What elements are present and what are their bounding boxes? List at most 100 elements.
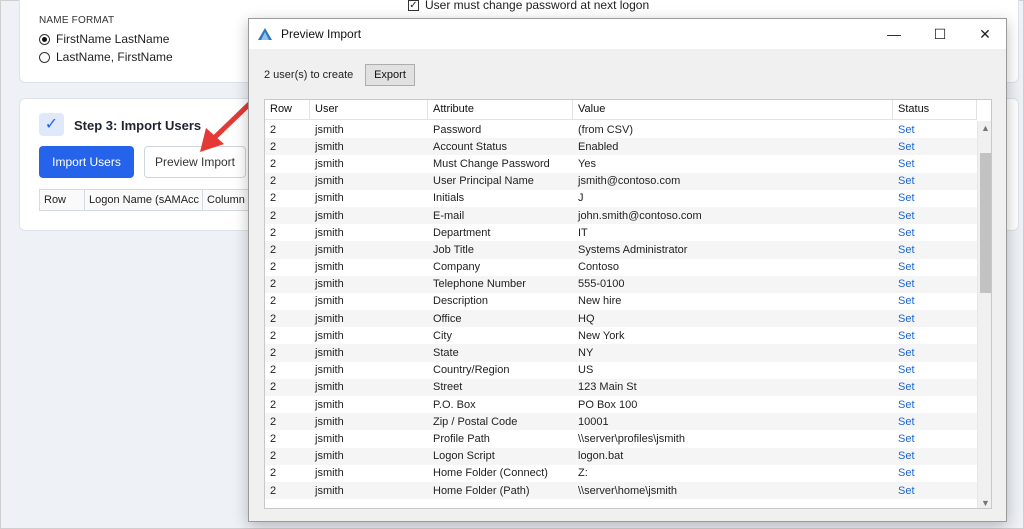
cell-attribute: Office (433, 312, 462, 325)
table-row[interactable]: 2 jsmith Office HQ Set (265, 310, 977, 328)
cell-value: 123 Main St (578, 381, 637, 394)
cell-attribute: City (433, 329, 452, 342)
minimize-button[interactable]: — (871, 19, 917, 49)
col-header-row[interactable]: Row (265, 100, 310, 119)
cell-user: jsmith (315, 364, 344, 377)
table-row[interactable]: 2 jsmith Company Contoso Set (265, 259, 977, 276)
cell-value: jsmith@contoso.com (578, 175, 681, 188)
cell-row: 2 (270, 484, 277, 497)
cell-row: 2 (270, 398, 277, 411)
radio-label: LastName, FirstName (56, 50, 173, 64)
table-row[interactable]: 2 jsmith Job Title Systems Administrator Set (265, 241, 977, 259)
must-change-password-checkbox[interactable]: ✓ User must change password at next logo… (408, 0, 649, 12)
close-button[interactable]: ✕ (962, 19, 1008, 49)
cell-status: Set (898, 157, 915, 170)
dialog-titlebar[interactable]: Preview Import — ☐ ✕ (249, 19, 1006, 49)
vertical-scrollbar[interactable]: ▲ ▼ (977, 121, 991, 508)
radio-unselected-icon[interactable] (39, 51, 50, 63)
cell-attribute: Country/Region (433, 364, 510, 377)
maximize-button[interactable]: ☐ (917, 19, 963, 49)
cell-value: \\server\profiles\jsmith (578, 432, 685, 445)
cell-attribute: Telephone Number (433, 278, 526, 291)
table-row[interactable]: 2 jsmith City New York Set (265, 327, 977, 344)
cell-status: Set (898, 484, 915, 497)
cell-status: Set (898, 209, 915, 222)
table-row[interactable]: 2 jsmith Street 123 Main St Set (265, 378, 977, 396)
table-row[interactable]: 2 jsmith Initials J Set (265, 190, 977, 207)
cell-row: 2 (270, 364, 277, 377)
cell-status: Set (898, 261, 915, 274)
cell-status: Set (898, 123, 915, 136)
col-header-attribute[interactable]: Attribute (428, 100, 573, 119)
background-table-header: Row Logon Name (sAMAcc Column (39, 189, 251, 211)
cell-value: logon.bat (578, 450, 624, 463)
cell-attribute: Profile Path (433, 432, 490, 445)
col-header-value[interactable]: Value (573, 100, 893, 119)
cell-row: 2 (270, 261, 277, 274)
cell-status: Set (898, 329, 915, 342)
cell-attribute: Account Status (433, 140, 507, 153)
cell-status: Set (898, 398, 915, 411)
step-complete-check-icon: ✓ (39, 113, 64, 136)
scroll-up-icon[interactable]: ▲ (978, 121, 991, 135)
cell-status: Set (898, 450, 915, 463)
table-row[interactable]: 2 jsmith Department IT Set (265, 224, 977, 241)
cell-user: jsmith (315, 226, 344, 239)
col-header-column[interactable]: Column (203, 190, 250, 210)
scroll-down-icon[interactable]: ▼ (978, 496, 991, 508)
table-row[interactable]: 2 jsmith Telephone Number 555-0100 Set (265, 275, 977, 293)
col-header-status[interactable]: Status (893, 100, 977, 119)
col-header-logon-name[interactable]: Logon Name (sAMAcc (85, 190, 203, 210)
scrollbar-thumb[interactable] (980, 153, 991, 293)
import-users-button[interactable]: Import Users (39, 146, 134, 178)
cell-value: Yes (578, 157, 596, 170)
col-header-row[interactable]: Row (40, 190, 85, 210)
checkbox-checked-icon[interactable]: ✓ (408, 0, 419, 11)
table-row[interactable]: 2 jsmith Home Folder (Path) \\server\home\j… (265, 481, 977, 500)
radio-selected-icon[interactable] (39, 33, 50, 45)
cell-row: 2 (270, 347, 277, 360)
cell-user: jsmith (315, 261, 344, 274)
cell-user: jsmith (315, 175, 344, 188)
cell-row: 2 (270, 157, 277, 170)
table-row[interactable]: 2 jsmith Description New hire Set (265, 293, 977, 310)
cell-value: New York (578, 329, 625, 342)
export-button[interactable]: Export (365, 64, 415, 86)
cell-status: Set (898, 278, 915, 291)
table-row[interactable]: 2 jsmith Profile Path \\server\profiles\jsm… (265, 430, 977, 447)
cell-user: jsmith (315, 484, 344, 497)
cell-user: jsmith (315, 209, 344, 222)
users-count-label: 2 user(s) to create (264, 69, 354, 81)
cell-attribute: Logon Script (433, 450, 495, 463)
radio-lastname-firstname[interactable]: LastName, FirstName (39, 50, 173, 64)
cell-user: jsmith (315, 347, 344, 360)
table-row[interactable]: 2 jsmith Must Change Password Yes Set (265, 155, 977, 172)
cell-status: Set (898, 140, 915, 153)
cell-user: jsmith (315, 329, 344, 342)
cell-value: \\server\home\jsmith (578, 484, 678, 497)
cell-row: 2 (270, 432, 277, 445)
cell-status: Set (898, 347, 915, 360)
col-header-user[interactable]: User (310, 100, 428, 119)
cell-status: Set (898, 192, 915, 205)
cell-user: jsmith (315, 243, 344, 256)
cell-row: 2 (270, 192, 277, 205)
checkbox-label: User must change password at next logon (425, 0, 650, 12)
table-row[interactable]: 2 jsmith Logon Script logon.bat Set (265, 447, 977, 465)
cell-value: NY (578, 347, 594, 360)
cell-value: HQ (578, 312, 595, 325)
table-row[interactable]: 2 jsmith P.O. Box PO Box 100 Set (265, 396, 977, 413)
cell-user: jsmith (315, 278, 344, 291)
table-row[interactable]: 2 jsmith E-mail john.smith@contoso.com Set (265, 206, 977, 225)
cell-row: 2 (270, 381, 277, 394)
table-row[interactable]: 2 jsmith State NY Set (265, 344, 977, 362)
table-row[interactable]: 2 jsmith Zip / Postal Code 10001 Set (265, 413, 977, 431)
table-row[interactable]: 2 jsmith User Principal Name jsmith@contoso… (265, 172, 977, 190)
cell-attribute: Password (433, 123, 482, 136)
preview-grid[interactable]: Row User Attribute Value Status 2 jsmith P… (264, 99, 992, 509)
table-row[interactable]: 2 jsmith Password (from CSV) Set (265, 121, 977, 138)
radio-firstname-lastname[interactable]: FirstName LastName (39, 32, 169, 46)
table-row[interactable]: 2 jsmith Account Status Enabled Set (265, 138, 977, 156)
table-row[interactable]: 2 jsmith Home Folder (Connect) Z: Set (265, 465, 977, 482)
table-row[interactable]: 2 jsmith Country/Region US Set (265, 362, 977, 379)
